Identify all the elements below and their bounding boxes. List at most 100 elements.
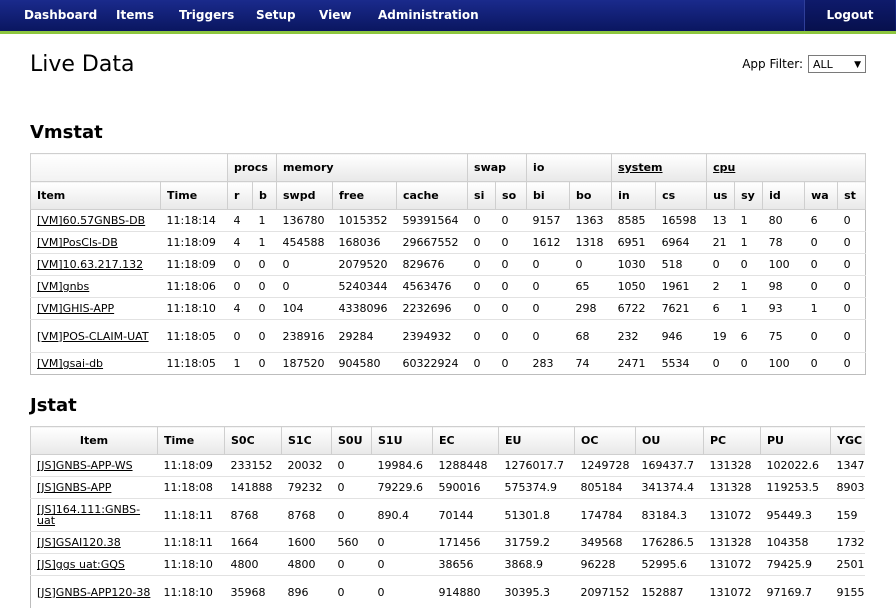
vmstat-col-id[interactable]: id — [762, 181, 806, 210]
vmstat-item-link[interactable]: [VM]gsai-db — [37, 357, 103, 370]
vmstat-cell-so: 0 — [495, 297, 527, 320]
jstat-cell-ou: 176286.5 — [635, 531, 704, 554]
jstat-item-link[interactable]: [JS]GNBS-APP-WS — [37, 459, 133, 472]
jstat-item-cell: [JS]164.111:GNBS-uat — [30, 498, 158, 532]
vmstat-col-free[interactable]: free — [332, 181, 397, 210]
jstat-cell-pc: 131072 — [703, 553, 761, 576]
nav-dashboard[interactable]: Dashboard — [24, 0, 97, 31]
jstat-cell-ec: 1288448 — [432, 454, 499, 477]
jstat-col-s1u[interactable]: S1U — [371, 426, 433, 455]
vmstat-col-swpd[interactable]: swpd — [276, 181, 333, 210]
app-filter: App Filter: ALL ▼ — [742, 55, 866, 73]
jstat-cell-ygc: 91551 — [830, 575, 865, 608]
jstat-col-s0u[interactable]: S0U — [331, 426, 372, 455]
jstat-cell-ou: 52995.6 — [635, 553, 704, 576]
vmstat-group-memory: memory — [275, 153, 469, 182]
jstat-item-link[interactable]: [JS]GNBS-APP — [37, 481, 111, 494]
table-row: [JS]164.111:GNBS-uat 11:18:11 8768 8768 0 890… — [30, 498, 865, 532]
vmstat-col-cache[interactable]: cache — [395, 181, 469, 210]
vmstat-cell-sy: 1 — [734, 209, 763, 232]
vmstat-col-time[interactable]: Time — [160, 181, 228, 210]
jstat-item-link[interactable]: [JS]164.111:GNBS-uat — [37, 503, 140, 527]
vmstat-item-link[interactable]: [VM]60.57GNBS-DB — [37, 214, 145, 227]
vmstat-item-link[interactable]: [VM]10.63.217.132 — [37, 258, 143, 271]
jstat-col-ou[interactable]: OU — [635, 426, 704, 455]
jstat-cell-ygc: 8903 — [830, 476, 865, 499]
vmstat-item-link[interactable]: [VM]gnbs — [37, 280, 89, 293]
jstat-item-link[interactable]: [JS]ggs uat:GQS — [37, 558, 125, 571]
vmstat-col-cs[interactable]: cs — [655, 181, 708, 210]
jstat-item-link[interactable]: [JS]GSAI120.38 — [37, 536, 121, 549]
jstat-scroll-container[interactable]: Item Time S0C S1C S0U S1U EC EU OC OU PC PU YGC [JS]… — [30, 426, 865, 608]
jstat-item-cell: [JS]GSAI120.38 — [30, 531, 158, 554]
nav-items[interactable]: Items — [116, 0, 154, 31]
vmstat-cell-bi: 0 — [526, 319, 570, 353]
jstat-cell-pu: 95449.3 — [760, 498, 831, 532]
vmstat-group-cpu[interactable]: cpu — [706, 153, 867, 182]
vmstat-item-cell: [VM]gsai-db — [30, 352, 161, 375]
vmstat-col-in[interactable]: in — [611, 181, 657, 210]
jstat-col-pu[interactable]: PU — [760, 426, 831, 455]
nav-triggers[interactable]: Triggers — [179, 0, 234, 31]
vmstat-cell-cs: 5534 — [655, 352, 707, 375]
vmstat-col-item[interactable]: Item — [30, 181, 161, 210]
vmstat-col-sy[interactable]: sy — [734, 181, 764, 210]
vmstat-cell-bo: 74 — [569, 352, 612, 375]
jstat-cell-ou: 83184.3 — [635, 498, 704, 532]
jstat-col-pc[interactable]: PC — [703, 426, 761, 455]
logout-button[interactable]: Logout — [805, 0, 895, 31]
jstat-cell-s0u: 0 — [331, 476, 372, 499]
vmstat-cell-us: 2 — [706, 275, 735, 298]
jstat-col-ygc[interactable]: YGC — [830, 426, 865, 455]
vmstat-cell-id: 100 — [762, 253, 805, 276]
nav-administration[interactable]: Administration — [378, 0, 479, 31]
jstat-cell-oc: 2097152 — [574, 575, 636, 608]
jstat-cell-s0u: 0 — [331, 454, 372, 477]
vmstat-item-link[interactable]: [VM]POS-CLAIM-UAT — [37, 330, 149, 343]
nav-setup[interactable]: Setup — [256, 0, 296, 31]
jstat-col-eu[interactable]: EU — [498, 426, 575, 455]
vmstat-cell-wa: 0 — [804, 319, 838, 353]
jstat-col-item[interactable]: Item — [30, 426, 158, 455]
vmstat-cell-swpd: 0 — [276, 275, 333, 298]
vmstat-col-bi[interactable]: bi — [526, 181, 571, 210]
vmstat-col-wa[interactable]: wa — [804, 181, 839, 210]
nav-view[interactable]: View — [319, 0, 351, 31]
jstat-column-header-row: Item Time S0C S1C S0U S1U EC EU OC OU PC PU YGC — [30, 426, 865, 455]
table-row: [VM]60.57GNBS-DB 11:18:14 4 1 136780 1015352 5… — [30, 209, 866, 232]
vmstat-col-b[interactable]: b — [252, 181, 277, 210]
vmstat-cell-swpd: 454588 — [276, 231, 333, 254]
jstat-cell-s1c: 1600 — [281, 531, 332, 554]
vmstat-cell-in: 6722 — [611, 297, 656, 320]
vmstat-col-st[interactable]: st — [837, 181, 867, 210]
vmstat-group-cpu-link[interactable]: cpu — [713, 161, 735, 174]
jstat-col-time[interactable]: Time — [157, 426, 225, 455]
vmstat-cell-time: 11:18:09 — [160, 253, 228, 276]
vmstat-col-bo[interactable]: bo — [569, 181, 613, 210]
jstat-col-s1c[interactable]: S1C — [281, 426, 332, 455]
vmstat-col-si[interactable]: si — [467, 181, 497, 210]
jstat-col-ec[interactable]: EC — [432, 426, 499, 455]
vmstat-col-so[interactable]: so — [495, 181, 528, 210]
vmstat-cell-b: 1 — [252, 231, 277, 254]
vmstat-col-r[interactable]: r — [227, 181, 253, 210]
vmstat-item-link[interactable]: [VM]PosCls-DB — [37, 236, 118, 249]
vmstat-cell-bi: 283 — [526, 352, 570, 375]
vmstat-col-us[interactable]: us — [706, 181, 736, 210]
vmstat-group-system[interactable]: system — [611, 153, 708, 182]
jstat-col-s0c[interactable]: S0C — [224, 426, 282, 455]
jstat-item-cell: [JS]GNBS-APP — [30, 476, 158, 499]
jstat-cell-time: 11:18:08 — [157, 476, 225, 499]
vmstat-item-link[interactable]: [VM]GHIS-APP — [37, 302, 114, 315]
vmstat-cell-wa: 0 — [804, 275, 838, 298]
vmstat-cell-bi: 9157 — [526, 209, 570, 232]
table-row: [JS]GNBS-APP-WS 11:18:09 233152 20032 0 19984… — [30, 454, 865, 477]
vmstat-group-header-row: procs memory swap io system cpu — [30, 153, 867, 182]
app-filter-select[interactable]: ALL ▼ — [808, 55, 866, 73]
jstat-cell-eu: 31759.2 — [498, 531, 575, 554]
jstat-col-oc[interactable]: OC — [574, 426, 636, 455]
jstat-item-link[interactable]: [JS]GNBS-APP120-38 — [37, 586, 150, 599]
vmstat-group-system-link[interactable]: system — [618, 161, 662, 174]
vmstat-cell-id: 75 — [762, 319, 805, 353]
vmstat-cell-id: 100 — [762, 352, 805, 375]
